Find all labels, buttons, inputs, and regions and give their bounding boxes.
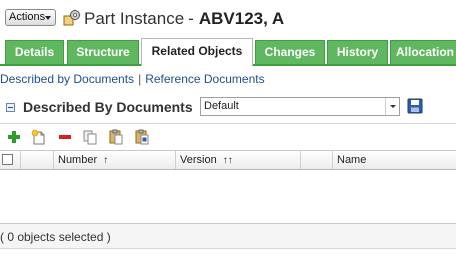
tab-allocation[interactable]: Allocation — [390, 40, 456, 64]
paste-icon[interactable] — [108, 129, 124, 145]
described-by-documents-link[interactable]: Described by Documents — [0, 72, 134, 86]
title-object-type: Part Instance — [84, 9, 185, 28]
select-all-column — [0, 151, 21, 169]
paste-special-icon[interactable] — [134, 129, 150, 145]
related-objects-subnav: Described by Documents | Reference Documen… — [0, 71, 265, 87]
tab-details[interactable]: Details — [5, 40, 64, 64]
column-header-version[interactable]: Version ↑↑ — [176, 151, 301, 169]
selection-count: ( 0 objects selected ) — [0, 230, 111, 244]
save-view-icon[interactable] — [407, 98, 423, 114]
reference-documents-link[interactable]: Reference Documents — [145, 72, 264, 86]
table-footer: ( 0 objects selected ) — [0, 223, 456, 249]
subnav-divider: | — [138, 72, 142, 86]
add-icon[interactable] — [6, 129, 22, 145]
new-document-icon[interactable] — [31, 129, 47, 145]
tab-related-objects[interactable]: Related Objects — [141, 38, 253, 66]
page-header: Actions Part Instance - ABV123, A — [0, 0, 456, 36]
chevron-down-icon — [45, 16, 51, 20]
column-label-number: Number — [58, 154, 98, 166]
collapse-icon[interactable] — [6, 103, 15, 112]
table-toolbar — [0, 123, 456, 149]
title-separator: - — [188, 9, 194, 28]
table-view-select[interactable]: Default — [200, 97, 400, 116]
section-title: Described By Documents — [23, 99, 193, 115]
select-all-checkbox[interactable] — [2, 154, 13, 165]
sort-ascending-icon: ↑ — [103, 155, 109, 166]
remove-icon[interactable] — [57, 129, 73, 145]
section-header: Described By Documents Default — [0, 97, 456, 119]
column-header-icon[interactable] — [21, 151, 54, 169]
copy-icon[interactable] — [82, 129, 98, 145]
tab-history[interactable]: History — [327, 40, 388, 64]
sort-secondary-ascending-icon: ↑↑ — [222, 155, 233, 166]
table-view-value: Default — [204, 100, 239, 112]
column-header-name[interactable]: Name — [333, 151, 456, 169]
column-header-number[interactable]: Number ↑ — [54, 151, 176, 169]
page-title: Part Instance - ABV123, A — [84, 9, 284, 29]
table-body — [0, 171, 456, 223]
column-label-name: Name — [337, 154, 367, 166]
column-label-version: Version — [180, 154, 217, 166]
table-header: Number ↑ Version ↑↑ Name — [0, 150, 456, 170]
chevron-down-icon — [385, 98, 399, 115]
tab-structure[interactable]: Structure — [67, 40, 139, 64]
part-instance-icon — [63, 9, 81, 26]
actions-label: Actions — [9, 11, 46, 23]
column-header-status[interactable] — [301, 151, 333, 169]
tab-changes[interactable]: Changes — [255, 40, 325, 64]
actions-menu-button[interactable]: Actions — [5, 9, 56, 26]
title-object-id: ABV123, A — [198, 9, 285, 28]
